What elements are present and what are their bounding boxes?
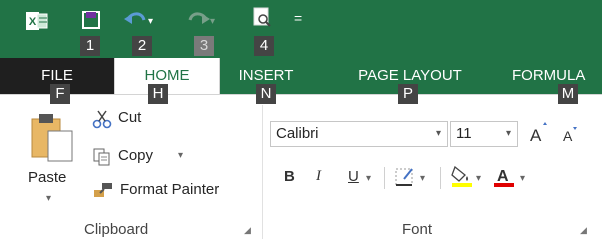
ribbon-tabs: FILE HOME INSERT PAGE LAYOUT FORMULA (0, 58, 602, 95)
borders-button[interactable]: ▾ (394, 165, 434, 191)
paste-dropdown-icon[interactable]: ▾ (46, 193, 51, 204)
font-color-icon: A (494, 168, 514, 187)
keytip-save: 1 (80, 36, 100, 56)
redo-button[interactable]: ▾ (186, 4, 216, 40)
quick-access-toolbar: X 1 ▾ 2 ▾ 3 4 = (0, 0, 602, 58)
font-dialog-launcher-icon[interactable]: ◢ (580, 225, 587, 236)
keytip-print-preview: 4 (254, 36, 274, 56)
chevron-down-icon: ▾ (505, 128, 511, 139)
font-divider (384, 167, 385, 189)
decrease-font-size-icon: A (563, 127, 577, 144)
keytip-page-layout: P (398, 84, 418, 104)
copy-button[interactable]: Copy ▾ (92, 145, 192, 169)
group-divider (262, 105, 263, 239)
paste-label: Paste (28, 169, 67, 186)
print-preview-button[interactable] (252, 4, 276, 40)
paste-icon (31, 114, 73, 162)
format-painter-icon (94, 183, 112, 197)
font-color-button[interactable]: A ▾ (492, 163, 532, 191)
decrease-font-size-button[interactable]: A (560, 123, 582, 147)
svg-text:A: A (563, 128, 573, 144)
borders-dropdown-icon[interactable]: ▾ (420, 173, 425, 184)
fill-color-button[interactable]: ▾ (450, 163, 486, 191)
svg-text:A: A (530, 126, 542, 145)
clipboard-dialog-launcher-icon[interactable]: ◢ (244, 225, 251, 236)
format-painter-button[interactable]: Format Painter (92, 179, 252, 203)
underline-dropdown-icon[interactable]: ▾ (366, 173, 371, 184)
clipboard-group-label: Clipboard (84, 221, 149, 238)
undo-button[interactable]: ▾ (124, 4, 154, 40)
increase-font-size-icon: A (530, 122, 547, 145)
italic-button[interactable]: I (316, 168, 321, 185)
cut-button[interactable]: Cut (92, 107, 152, 131)
undo-icon (124, 12, 146, 24)
keytip-undo: 2 (132, 36, 152, 56)
keytip-redo: 3 (194, 36, 214, 56)
font-name-dropdown[interactable]: Calibri ▾ (270, 121, 448, 147)
undo-dropdown-icon[interactable]: ▾ (148, 16, 153, 27)
keytip-home: H (148, 84, 168, 104)
font-size-dropdown[interactable]: 11 ▾ (450, 121, 518, 147)
print-preview-icon (253, 7, 271, 27)
font-group-label: Font (402, 221, 433, 238)
bold-button[interactable]: B (284, 168, 295, 185)
customize-qat-button[interactable]: = (294, 10, 302, 26)
cut-label: Cut (118, 109, 142, 126)
svg-text:A: A (497, 168, 509, 185)
scissors-icon (92, 110, 112, 129)
fill-color-icon (451, 165, 472, 187)
paste-button[interactable]: Paste ▾ (18, 103, 74, 213)
font-divider (440, 167, 441, 189)
borders-icon (395, 168, 413, 186)
save-button[interactable] (80, 4, 102, 40)
excel-logo-icon: X (26, 4, 48, 40)
ribbon-body: Paste ▾ Cut Copy ▾ Format Painter Clipbo… (0, 94, 602, 243)
svg-text:X: X (29, 16, 37, 28)
font-color-dropdown-icon[interactable]: ▾ (520, 173, 525, 184)
chevron-down-icon: ▾ (435, 128, 441, 139)
underline-button[interactable]: U (348, 168, 359, 185)
copy-label: Copy (118, 147, 154, 164)
fill-color-dropdown-icon[interactable]: ▾ (476, 173, 481, 184)
increase-font-size-button[interactable]: A (528, 121, 550, 147)
redo-icon (188, 12, 210, 24)
redo-dropdown-icon[interactable]: ▾ (210, 16, 215, 27)
copy-icon (93, 148, 110, 166)
keytip-formulas: M (558, 84, 578, 104)
tab-formulas[interactable]: FORMULA (512, 58, 602, 94)
keytip-insert: N (256, 84, 276, 104)
keytip-file: F (50, 84, 70, 104)
format-painter-label: Format Painter (120, 181, 220, 198)
font-name-value: Calibri (276, 125, 319, 142)
font-size-value: 11 (456, 125, 472, 142)
copy-dropdown-icon[interactable]: ▾ (178, 150, 183, 161)
save-icon (82, 11, 100, 29)
